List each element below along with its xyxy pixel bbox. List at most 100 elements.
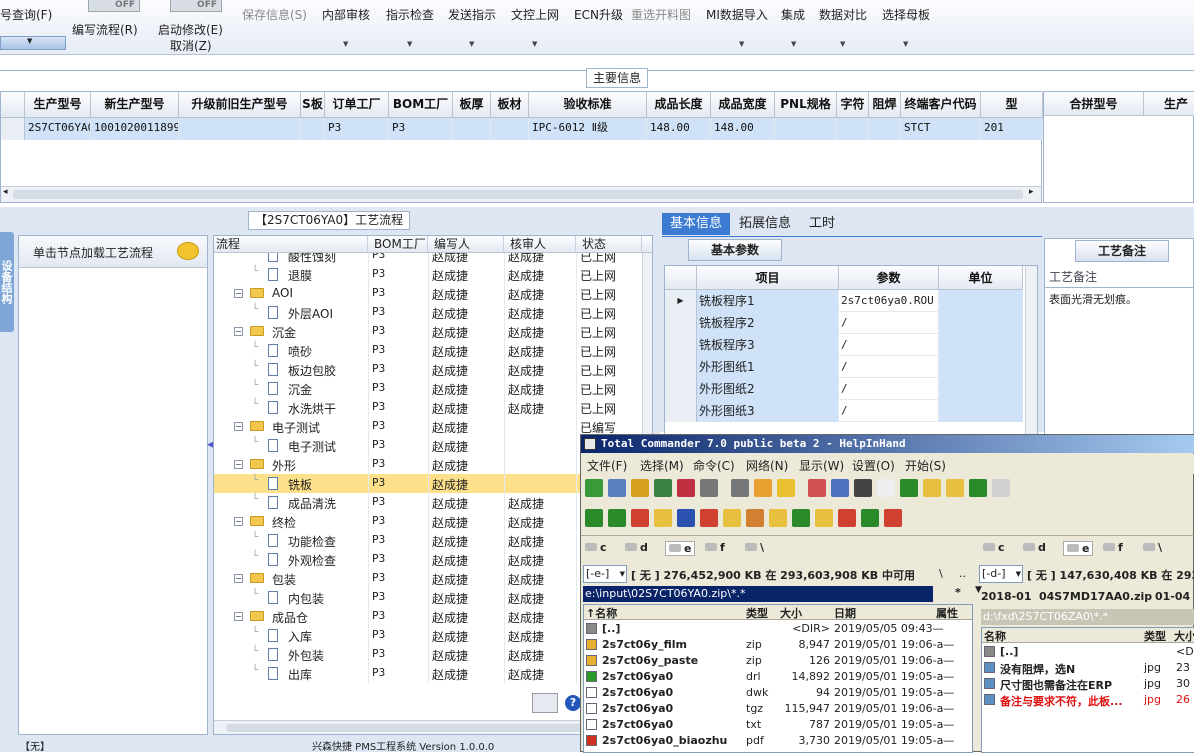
toolbar-internal-review-button[interactable]: 内部审核 (322, 6, 370, 23)
tc-drive-button[interactable]: d (625, 541, 648, 554)
tc-tool-icon[interactable] (769, 509, 787, 527)
tc-file-row[interactable]: 备注与要求不符，此板... jpg 26 (982, 692, 1194, 708)
tab-work-hours[interactable]: 工时 (800, 213, 844, 235)
main-info-cell[interactable]: IPC-6012 Ⅱ级 (529, 118, 647, 140)
tc-right-path[interactable]: d:\fxd\2S7CT06ZA0\*.* (981, 609, 1194, 625)
tc-tool-icon[interactable] (992, 479, 1010, 497)
tc-drive-button[interactable]: f (705, 541, 725, 554)
param-row[interactable]: 外形图纸1/ (665, 356, 1023, 378)
main-info-cell[interactable] (301, 118, 325, 140)
toolbar-cancel-button[interactable]: 取消(Z) (170, 37, 212, 54)
chevron-down-icon[interactable]: ▼ (903, 40, 908, 48)
row-selector[interactable] (665, 378, 697, 400)
collapse-toggle-icon[interactable]: − (234, 422, 243, 431)
toolbar-check-button[interactable]: 指示检查 (386, 6, 434, 23)
tc-file-row[interactable]: 2s7ct06ya0 tgz 115,947 2019/05/01 19:06-a— (584, 701, 972, 717)
param-row[interactable]: 外形图纸2/ (665, 378, 1023, 400)
tc-file-row[interactable]: [..] <DIR> 2019/05/05 09:43— (584, 621, 972, 637)
toolbar-reselect-button[interactable]: 重选开料图 (631, 6, 691, 23)
tc-tool-icon[interactable] (631, 479, 649, 497)
tc-tool-icon[interactable] (946, 479, 964, 497)
tc-tool-icon[interactable] (677, 479, 695, 497)
main-info-cell[interactable] (869, 118, 901, 140)
main-info-cell[interactable]: P3 (389, 118, 453, 140)
param-value-cell[interactable]: / (839, 378, 939, 400)
off-switch[interactable]: OFF (88, 0, 140, 12)
tc-tool-icon[interactable] (861, 509, 879, 527)
tc-left-filter-star[interactable]: * (955, 586, 961, 599)
tc-tool-icon[interactable] (884, 509, 902, 527)
param-value-cell[interactable]: / (839, 312, 939, 334)
tc-tool-icon[interactable] (877, 479, 895, 497)
tree-node-row[interactable]: └ 喷砂 P3 赵成捷 赵成捷 已上网 (214, 341, 652, 360)
sub-tab-basic-params[interactable]: 基本参数 (688, 239, 782, 261)
off-switch-2[interactable]: OFF (170, 0, 222, 12)
param-value-cell[interactable]: / (839, 334, 939, 356)
param-row[interactable]: ▶ 铣板程序1 2s7ct06ya0.ROU (665, 290, 1023, 312)
tc-file-row[interactable]: 2s7ct06ya0 drl 14,892 2019/05/01 19:05-a— (584, 669, 972, 685)
tc-menu-item[interactable]: 命令(C) (693, 457, 735, 474)
tc-menu-item[interactable]: 开始(S) (905, 457, 946, 474)
tree-node-row[interactable]: └ 酸性蚀刻 P3 赵成捷 赵成捷 已上网 (214, 253, 652, 265)
toolbar-start-edit-button[interactable]: 启动修改(E) (158, 21, 223, 38)
tab-process-remark[interactable]: 工艺备注 (1075, 240, 1169, 262)
tc-file-row[interactable]: 尺寸图也需备注在ERP jpg 30 (982, 676, 1194, 692)
toolbar-compare-button[interactable]: 数据对比 (819, 6, 867, 23)
tc-tool-icon[interactable] (723, 509, 741, 527)
toolbar-publish-button[interactable]: 文控上网 (511, 6, 559, 23)
tc-menu-item[interactable]: 网络(N) (746, 457, 788, 474)
tc-drive-button[interactable]: c (983, 541, 1005, 554)
tc-tool-icon[interactable] (654, 509, 672, 527)
scroll-right-icon[interactable]: ▸ (1029, 187, 1034, 197)
main-info-cell[interactable] (179, 118, 301, 140)
tc-tool-icon[interactable] (831, 479, 849, 497)
tc-left-path[interactable]: e:\input\02S7CT06YA0.zip\*.* (583, 586, 933, 602)
main-info-cell[interactable]: P3 (325, 118, 389, 140)
tree-folder-row[interactable]: − 沉金 P3 赵成捷 赵成捷 已上网 (214, 322, 652, 341)
row-selector[interactable] (1, 118, 25, 140)
tc-menu-item[interactable]: 选择(M) (640, 457, 684, 474)
tc-tool-icon[interactable] (808, 479, 826, 497)
tc-tool-icon[interactable] (585, 509, 603, 527)
chevron-down-icon[interactable]: ▼ (343, 40, 348, 48)
scroll-left-icon[interactable]: ◂ (3, 187, 8, 197)
tc-tool-icon[interactable] (900, 479, 918, 497)
help-icon[interactable]: ? (565, 695, 581, 711)
row-selector[interactable] (665, 356, 697, 378)
tc-file-row[interactable]: 2s7ct06y_film zip 8,947 2019/05/01 19:06-a— (584, 637, 972, 653)
tc-drive-button[interactable]: d (1023, 541, 1046, 554)
tc-tool-icon[interactable] (854, 479, 872, 497)
main-info-cell[interactable]: 148.00 (711, 118, 775, 140)
tc-right-column-header[interactable]: 类型 (1144, 628, 1166, 644)
tc-tool-icon[interactable] (585, 479, 603, 497)
tc-tool-icon[interactable] (969, 479, 987, 497)
tree-node-row[interactable]: └ 板边包胶 P3 赵成捷 赵成捷 已上网 (214, 360, 652, 379)
toolbar-save-button[interactable]: 保存信息(S) (242, 6, 307, 23)
tc-drive-button[interactable]: c (585, 541, 607, 554)
tc-tool-icon[interactable] (746, 509, 764, 527)
chevron-down-icon[interactable]: ▼ (532, 40, 537, 48)
scroll-thumb[interactable] (13, 190, 1023, 199)
param-row[interactable]: 铣板程序2/ (665, 312, 1023, 334)
param-row[interactable]: 铣板程序3/ (665, 334, 1023, 356)
collapse-toggle-icon[interactable]: − (234, 289, 243, 298)
tc-drive-button[interactable]: \ (1143, 541, 1162, 554)
tc-left-up-button[interactable]: .. (959, 567, 966, 580)
toolbar-mi-import-button[interactable]: MI数据导入 (706, 6, 768, 23)
tc-tool-icon[interactable] (654, 479, 672, 497)
tc-file-row[interactable]: [..] <DI (982, 644, 1194, 660)
tc-tool-icon[interactable] (631, 509, 649, 527)
tc-folder-tab[interactable]: 2018-01 (981, 590, 1032, 603)
tc-tool-icon[interactable] (700, 479, 718, 497)
tc-left-column-header[interactable]: ↑名称 (586, 605, 617, 621)
tree-node-row[interactable]: └ 沉金 P3 赵成捷 赵成捷 已上网 (214, 379, 652, 398)
tc-right-column-header[interactable]: 名称 (984, 628, 1006, 644)
main-info-scrollbar[interactable]: ◂ ▸ (1, 186, 1041, 202)
chevron-down-icon[interactable]: ▼ (407, 40, 412, 48)
device-structure-side-tab[interactable]: 设备结构 (0, 232, 14, 332)
tc-left-column-header[interactable]: 大小 (780, 605, 802, 621)
tc-file-row[interactable]: 没有阻焊，选N jpg 23 (982, 660, 1194, 676)
tc-left-column-header[interactable]: 类型 (746, 605, 768, 621)
tc-right-column-header[interactable]: 大小 (1174, 628, 1194, 644)
chevron-down-icon[interactable]: ▼ (469, 40, 474, 48)
